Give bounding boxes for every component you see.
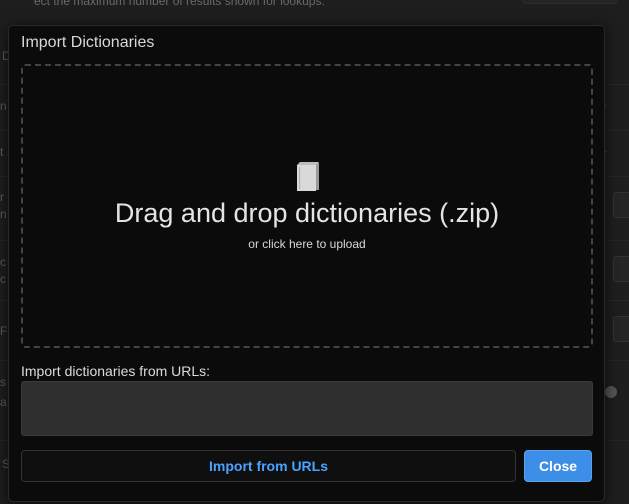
import-from-urls-button[interactable]: Import from URLs [21, 450, 516, 482]
background-hint-text: ect the maximum number of results shown … [34, 0, 325, 8]
background-input [613, 316, 629, 342]
dropzone-title: Drag and drop dictionaries (.zip) [114, 198, 500, 228]
background-label-fragment: s [0, 375, 6, 389]
background-button [522, 0, 617, 4]
background-label-fragment: c [0, 272, 6, 286]
background-label-fragment: F [0, 324, 8, 338]
dialog-title: Import Dictionaries [21, 34, 155, 51]
close-button[interactable]: Close [524, 450, 592, 482]
background-label-fragment: n [0, 99, 7, 113]
background-label-fragment: t [0, 145, 4, 159]
background-toggle [605, 386, 617, 398]
background-input [613, 256, 629, 282]
background-input [613, 192, 629, 218]
url-input[interactable] [21, 381, 593, 436]
dictionary-dropzone[interactable]: Drag and drop dictionaries (.zip) or cli… [21, 64, 593, 348]
background-label-fragment: n [0, 207, 7, 221]
import-dictionaries-dialog: Import Dictionaries Drag and drop dictio… [8, 25, 605, 502]
background-label-fragment: r [0, 190, 4, 204]
book-icon [295, 162, 321, 192]
background-label-fragment: a [0, 395, 7, 409]
background-label-fragment: c [0, 255, 6, 269]
url-input-label: Import dictionaries from URLs: [21, 363, 211, 379]
dropzone-upload-hint[interactable]: or click here to upload [23, 237, 591, 251]
